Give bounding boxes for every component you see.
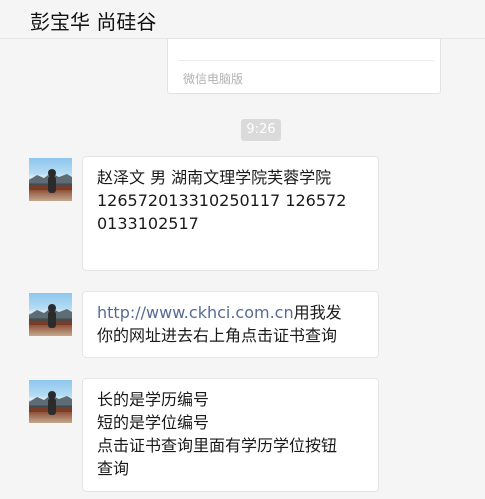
message-link[interactable]: http://www.ckhci.com.cn bbox=[97, 303, 294, 322]
message-line: http://www.ckhci.com.cn用我发 bbox=[97, 301, 368, 324]
message-line: 你的网址进去右上角点击证书查询 bbox=[97, 326, 338, 345]
message-line: 12657201331025011​7 126572 bbox=[97, 191, 347, 210]
avatar-photo-icon bbox=[29, 169, 72, 193]
avatar[interactable] bbox=[29, 380, 72, 423]
timestamp: 9:26 bbox=[241, 119, 281, 141]
message-bubble[interactable]: 赵泽文 男 湖南文理学院芙蓉学院 12657201331025011​7 126… bbox=[82, 156, 379, 271]
card-source-label: 微信电脑版 bbox=[183, 72, 244, 86]
message-bubble[interactable]: 长的是学历编号 短的是学位编号 点击证书查询里面有学历学位按钮 查询 bbox=[82, 378, 379, 492]
avatar-photo-icon bbox=[29, 391, 72, 415]
message-bubble[interactable]: http://www.ckhci.com.cn用我发 你的网址进去右上角点击证书… bbox=[82, 291, 379, 358]
message-line: 查询 bbox=[97, 459, 130, 478]
avatar[interactable] bbox=[29, 158, 72, 201]
message-line: 短的是学位编号 bbox=[97, 413, 210, 432]
shared-card[interactable]: 微信电脑版 bbox=[167, 39, 441, 94]
message-text: 用我发 bbox=[293, 303, 342, 322]
message-line: 0133102517 bbox=[97, 214, 199, 233]
card-divider bbox=[178, 60, 434, 61]
message-line: 赵泽文 男 湖南文理学院芙蓉学院 bbox=[97, 168, 332, 187]
message-line: 点击证书查询里面有学历学位按钮 bbox=[97, 436, 338, 455]
chat-header: 彭宝华 尚硅谷 bbox=[0, 0, 485, 38]
avatar[interactable] bbox=[29, 293, 72, 336]
avatar-photo-icon bbox=[29, 304, 72, 328]
chat-title[interactable]: 彭宝华 尚硅谷 bbox=[30, 6, 156, 35]
message-line: 长的是学历编号 bbox=[97, 390, 210, 409]
